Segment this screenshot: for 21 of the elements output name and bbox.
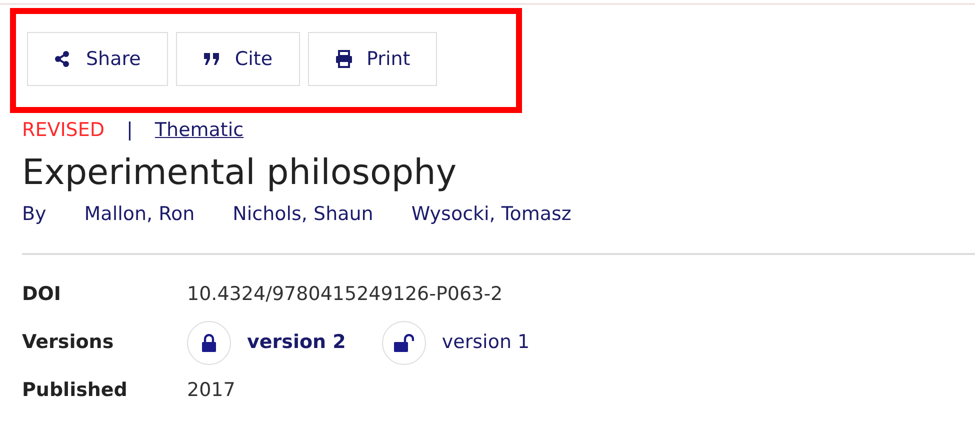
- action-button[interactable]: Print: [308, 32, 438, 86]
- status-label: REVISED: [22, 118, 105, 143]
- action-button[interactable]: Cite: [176, 32, 300, 86]
- article-title: Experimental philosophy: [21, 152, 458, 194]
- version-link[interactable]: version 1: [442, 328, 530, 357]
- byline-label: By: [22, 202, 46, 227]
- printer-icon: [334, 50, 353, 68]
- author-link[interactable]: Wysocki, Tomasz: [411, 200, 572, 228]
- separator: |: [126, 118, 133, 143]
- detail-label: Published: [22, 378, 128, 404]
- action-button[interactable]: Share: [27, 32, 168, 86]
- share-icon: [54, 50, 72, 68]
- detail-value: 10.4324/9780415249126-P063-2: [187, 282, 503, 308]
- author-link[interactable]: Mallon, Ron: [84, 200, 195, 228]
- quote-icon: [202, 50, 221, 68]
- version-link[interactable]: version 2: [247, 328, 346, 357]
- detail-label: DOI: [22, 282, 62, 308]
- type-link[interactable]: Thematic: [154, 116, 244, 144]
- detail-label: Versions: [22, 330, 115, 356]
- detail-value: 2017: [187, 378, 236, 404]
- author-link[interactable]: Nichols, Shaun: [232, 200, 374, 228]
